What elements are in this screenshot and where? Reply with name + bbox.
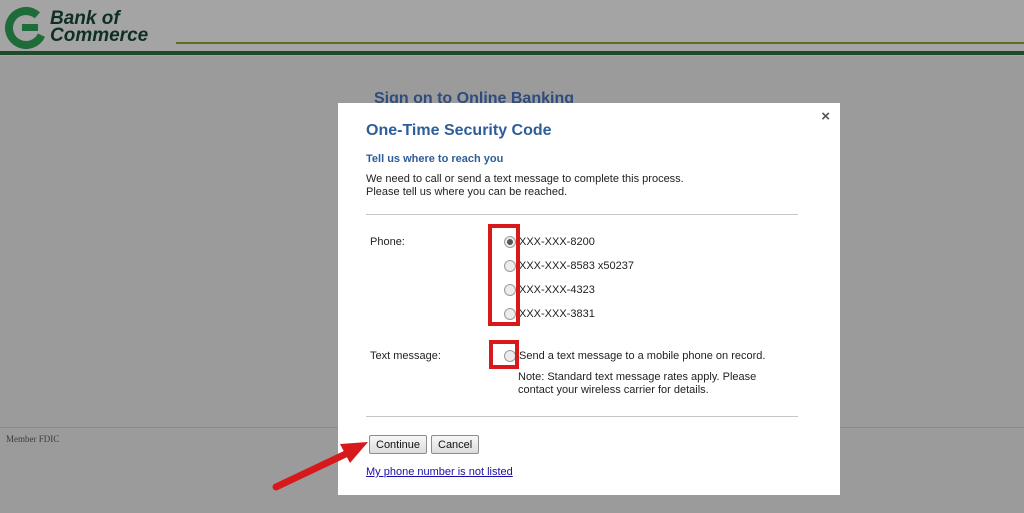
phone-option-2[interactable]: XXX-XXX-8583 x50237 [504, 258, 634, 274]
dialog-subtitle: Tell us where to reach you [366, 153, 504, 165]
bank-logo-text: Bank of Commerce [50, 8, 149, 46]
header-divider-thick [0, 51, 1024, 55]
phone-not-listed-link[interactable]: My phone number is not listed [366, 466, 513, 478]
header-divider-thin [176, 42, 1024, 44]
text-option-highlight-box [489, 340, 519, 369]
dialog-title: One-Time Security Code [366, 122, 552, 139]
text-rates-note: Note: Standard text message rates apply.… [518, 371, 757, 396]
text-message-option[interactable]: Send a text message to a mobile phone on… [504, 348, 765, 364]
phone-label: Phone: [370, 236, 405, 248]
phone-options-highlight-box [488, 224, 520, 326]
bank-logo[interactable]: Bank of Commerce [4, 6, 174, 50]
continue-button[interactable]: Continue [369, 435, 428, 454]
site-header: Bank of Commerce [0, 0, 1024, 56]
footer-member-fdic: Member FDIC [6, 434, 60, 444]
bank-logo-mark-icon [5, 7, 47, 49]
text-message-label: Text message: [370, 350, 441, 362]
cancel-button[interactable]: Cancel [431, 435, 480, 454]
divider [366, 214, 798, 215]
close-button[interactable]: × [821, 108, 830, 125]
security-code-dialog: × One-Time Security Code Tell us where t… [338, 103, 840, 495]
dialog-description: We need to call or send a text message t… [366, 173, 684, 198]
divider [366, 416, 798, 417]
